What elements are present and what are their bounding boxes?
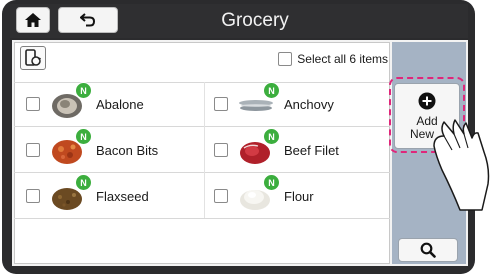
device-frame: Grocery Select all 6 items N Abalone N A… bbox=[0, 0, 494, 276]
list-item-beef-filet[interactable]: N Beef Filet bbox=[214, 128, 339, 172]
list-item-abalone[interactable]: N Abalone bbox=[26, 82, 144, 126]
page-title: Grocery bbox=[221, 10, 289, 31]
new-badge: N bbox=[75, 82, 92, 99]
item-checkbox[interactable] bbox=[26, 143, 40, 157]
new-badge: N bbox=[263, 128, 280, 145]
search-button[interactable] bbox=[398, 238, 458, 262]
list-item-flour[interactable]: N Flour bbox=[214, 174, 314, 218]
item-checkbox[interactable] bbox=[26, 189, 40, 203]
list-item-anchovy[interactable]: N Anchovy bbox=[214, 82, 334, 126]
bacon-bits-icon: N bbox=[50, 128, 92, 166]
item-checkbox[interactable] bbox=[214, 143, 228, 157]
select-all[interactable]: Select all 6 items bbox=[278, 52, 388, 66]
list-divider bbox=[14, 126, 390, 127]
new-badge: N bbox=[75, 128, 92, 145]
sync-button[interactable] bbox=[20, 46, 46, 70]
home-button[interactable] bbox=[16, 7, 50, 33]
item-checkbox[interactable] bbox=[26, 97, 40, 111]
flaxseed-icon: N bbox=[50, 174, 92, 212]
item-label: Anchovy bbox=[284, 96, 334, 112]
back-button[interactable] bbox=[58, 7, 118, 33]
select-all-checkbox[interactable] bbox=[278, 52, 293, 66]
flour-icon: N bbox=[238, 174, 280, 212]
select-all-label: Select all 6 items bbox=[297, 52, 388, 66]
new-badge: N bbox=[263, 82, 280, 99]
new-badge: N bbox=[263, 174, 280, 191]
home-icon bbox=[25, 13, 41, 27]
list-item-flaxseed[interactable]: N Flaxseed bbox=[26, 174, 149, 218]
item-label: Flaxseed bbox=[96, 188, 149, 204]
new-badge: N bbox=[75, 174, 92, 191]
column-divider bbox=[204, 82, 205, 218]
abalone-icon: N bbox=[50, 82, 92, 120]
list-item-bacon-bits[interactable]: N Bacon Bits bbox=[26, 128, 158, 172]
hand-pointer-icon bbox=[433, 119, 490, 211]
anchovy-icon: N bbox=[238, 82, 280, 120]
item-checkbox[interactable] bbox=[214, 189, 228, 203]
item-label: Abalone bbox=[96, 96, 144, 112]
phone-sync-icon bbox=[25, 49, 41, 66]
beef-filet-icon: N bbox=[238, 128, 280, 166]
list-divider bbox=[14, 172, 390, 173]
search-icon bbox=[420, 242, 436, 258]
list-divider bbox=[14, 218, 390, 219]
item-label: Bacon Bits bbox=[96, 142, 159, 158]
item-label: Beef Filet bbox=[284, 142, 339, 158]
back-arrow-icon bbox=[80, 13, 96, 27]
item-checkbox[interactable] bbox=[214, 97, 228, 111]
item-label: Flour bbox=[284, 188, 314, 204]
